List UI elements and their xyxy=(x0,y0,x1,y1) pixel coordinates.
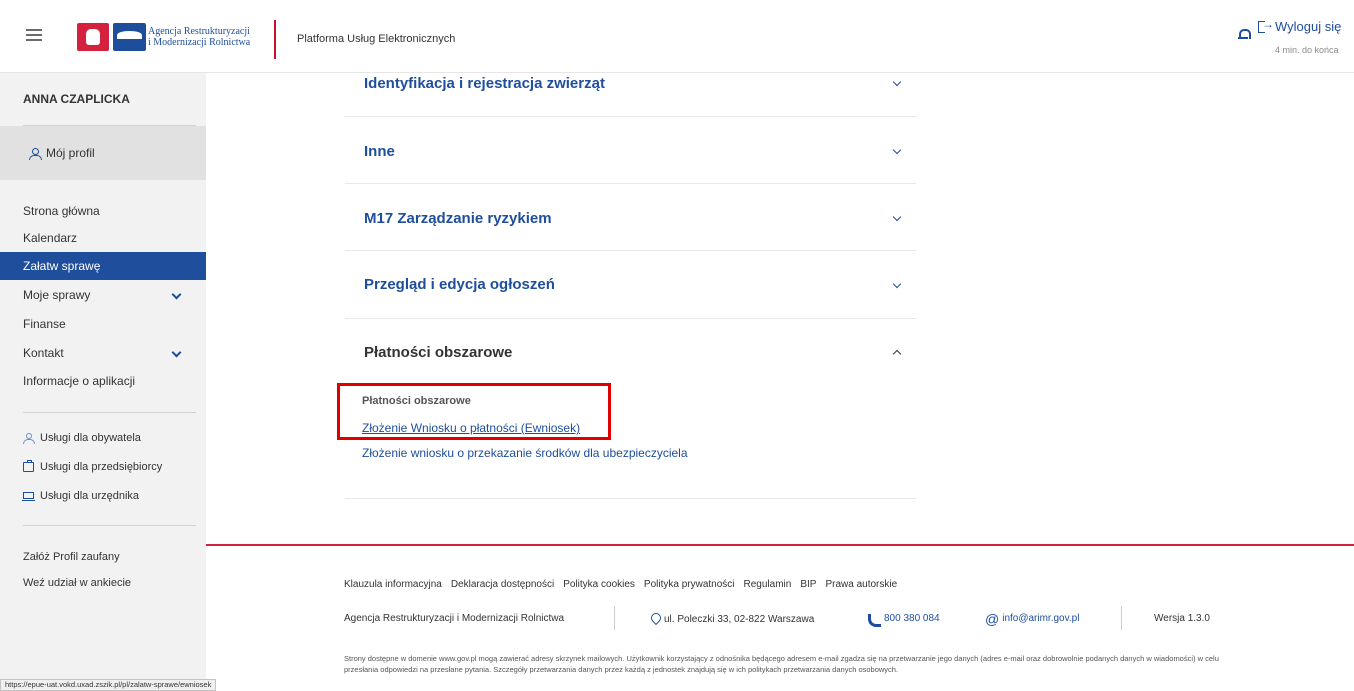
accordion-item-expanded[interactable]: Płatności obszarowe xyxy=(345,319,916,499)
sidebar-item-finance[interactable]: Finanse xyxy=(0,310,206,338)
footer-link[interactable]: BIP xyxy=(800,579,816,590)
sidebar-item-my-cases[interactable]: Moje sprawy xyxy=(0,281,206,309)
divider xyxy=(23,525,196,526)
footer-link[interactable]: Regulamin xyxy=(744,579,792,590)
my-profile-label: Mój profil xyxy=(46,146,95,160)
arimr-logo[interactable] xyxy=(77,22,146,52)
footer-email[interactable]: @ info@arimr.gov.pl xyxy=(985,610,1079,627)
accordion-item[interactable]: M17 Zarządzanie ryzykiem xyxy=(345,184,916,251)
sidebar-item-label: Moje sprawy xyxy=(23,288,91,302)
poland-emblem-icon xyxy=(77,23,109,51)
top-header: Agencja Restrukturyzacji i Modernizacji … xyxy=(0,0,1354,73)
chevron-down-icon xyxy=(171,347,182,358)
create-trusted-profile-link[interactable]: Załóż Profil zaufany xyxy=(23,551,120,563)
accordion-item[interactable]: Inne xyxy=(345,117,916,184)
services-official-link[interactable]: Usługi dla urzędnika xyxy=(22,490,140,502)
footer-link[interactable]: Deklaracja dostępności xyxy=(451,579,554,590)
logo-text-line1: Agencja Restrukturyzacji xyxy=(148,26,250,37)
bell-icon[interactable] xyxy=(1238,28,1251,41)
section-subheader: Płatności obszarowe xyxy=(362,395,471,407)
laptop-icon xyxy=(22,491,35,501)
sidebar: ANNA CZAPLICKA Mój profil Strona główna … xyxy=(0,73,206,691)
at-icon: @ xyxy=(985,610,1000,627)
platform-title: Platforma Usług Elektronicznych xyxy=(297,33,456,45)
service-label: Usługi dla urzędnika xyxy=(40,490,140,502)
accordion-title: Przegląd i edycja ogłoszeń xyxy=(364,276,555,293)
footer-link[interactable]: Polityka cookies xyxy=(563,579,635,590)
footer-links: Klauzula informacyjna Deklaracja dostępn… xyxy=(344,579,897,590)
divider xyxy=(23,412,196,413)
service-label: Usługi dla obywatela xyxy=(40,432,141,444)
footer-phone[interactable]: 800 380 084 xyxy=(868,613,940,627)
sidebar-item-contact[interactable]: Kontakt xyxy=(0,339,206,367)
accordion-title: M17 Zarządzanie ryzykiem xyxy=(364,210,552,227)
services-citizen-link[interactable]: Usługi dla obywatela xyxy=(23,432,141,444)
footer-address: ul. Poleczki 33, 02-822 Warszawa xyxy=(651,613,814,625)
footer-disclaimer: Strony dostępne w domenie www.gov.pl mog… xyxy=(344,654,1219,674)
footer-link[interactable]: Klauzula informacyjna xyxy=(344,579,442,590)
footer-link[interactable]: Polityka prywatności xyxy=(644,579,735,590)
arimr-emblem-icon xyxy=(113,23,146,51)
footer-divider xyxy=(206,544,1354,546)
footer-version: Wersja 1.3.0 xyxy=(1154,613,1210,624)
accordion-title: Inne xyxy=(364,143,395,160)
person-icon xyxy=(29,147,42,160)
phone-icon xyxy=(868,613,881,627)
person-icon xyxy=(23,433,35,444)
chevron-down-icon xyxy=(892,212,902,222)
accordion-item[interactable]: Identyfikacja i rejestracja zwierząt xyxy=(345,73,916,117)
briefcase-icon xyxy=(23,460,34,472)
header-divider xyxy=(274,20,276,59)
logout-button[interactable]: Wyloguj się xyxy=(1258,17,1342,34)
footer-separator xyxy=(614,606,615,630)
browser-status-bar: https://epue-uat.vokd.uxad.zszik.pl/pl/z… xyxy=(0,679,217,691)
accordion-item[interactable]: Przegląd i edycja ogłoszeń xyxy=(345,251,916,319)
sidebar-item-home[interactable]: Strona główna xyxy=(0,197,206,225)
services-business-link[interactable]: Usługi dla przedsiębiorcy xyxy=(23,460,163,473)
logo-text-line2: i Modernizacji Rolnictwa xyxy=(148,37,251,48)
footer-separator xyxy=(1121,606,1122,630)
accordion-title: Płatności obszarowe xyxy=(364,344,513,361)
logout-icon xyxy=(1258,17,1274,33)
session-timer: 4 min. do końca xyxy=(1275,45,1339,55)
email-link[interactable]: info@arimr.gov.pl xyxy=(1002,613,1079,624)
chevron-down-icon xyxy=(892,145,902,155)
insurer-funds-link[interactable]: Złożenie wniosku o przekazanie środków d… xyxy=(362,446,688,460)
accordion-title: Identyfikacja i rejestracja zwierząt xyxy=(364,75,605,92)
map-pin-icon xyxy=(651,613,661,625)
menu-icon[interactable] xyxy=(26,29,42,41)
chevron-down-icon xyxy=(892,77,902,87)
sidebar-item-handle-case[interactable]: Załatw sprawę xyxy=(0,252,206,280)
address-text: ul. Poleczki 33, 02-822 Warszawa xyxy=(664,613,815,625)
sidebar-item-calendar[interactable]: Kalendarz xyxy=(0,224,206,252)
chevron-up-icon xyxy=(892,349,902,359)
logout-label: Wyloguj się xyxy=(1275,19,1342,34)
chevron-down-icon xyxy=(892,279,902,289)
logo-text: Agencja Restrukturyzacji i Modernizacji … xyxy=(148,26,258,48)
survey-link[interactable]: Weź udział w ankiecie xyxy=(23,577,131,589)
my-profile-link[interactable]: Mój profil xyxy=(29,146,95,160)
footer-link[interactable]: Prawa autorskie xyxy=(825,579,897,590)
phone-link[interactable]: 800 380 084 xyxy=(884,613,940,624)
chevron-down-icon xyxy=(171,289,182,300)
footer-org-name: Agencja Restrukturyzacji i Modernizacji … xyxy=(344,613,565,624)
sidebar-item-label: Kontakt xyxy=(23,346,64,360)
user-name: ANNA CZAPLICKA xyxy=(23,92,130,106)
ewniosek-link[interactable]: Złożenie Wniosku o płatności (Ewniosek) xyxy=(362,421,580,435)
service-label: Usługi dla przedsiębiorcy xyxy=(40,461,163,473)
sidebar-item-app-info[interactable]: Informacje o aplikacji xyxy=(0,367,206,395)
